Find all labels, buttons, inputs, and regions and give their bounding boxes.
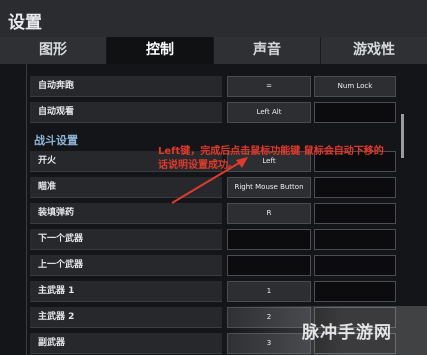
- annotation-arrow-icon: [171, 157, 248, 204]
- annotation-line-1: Left键，完成后点击鼠标功能键 鼠标会自动下移的: [158, 146, 384, 157]
- annotation-line-2: 话说明设置成功。: [158, 160, 238, 171]
- annotation-text: Left键，完成后点击鼠标功能键 鼠标会自动下移的 话说明设置成功。: [158, 145, 427, 173]
- watermark-logo: 脉冲手游网: [302, 323, 392, 343]
